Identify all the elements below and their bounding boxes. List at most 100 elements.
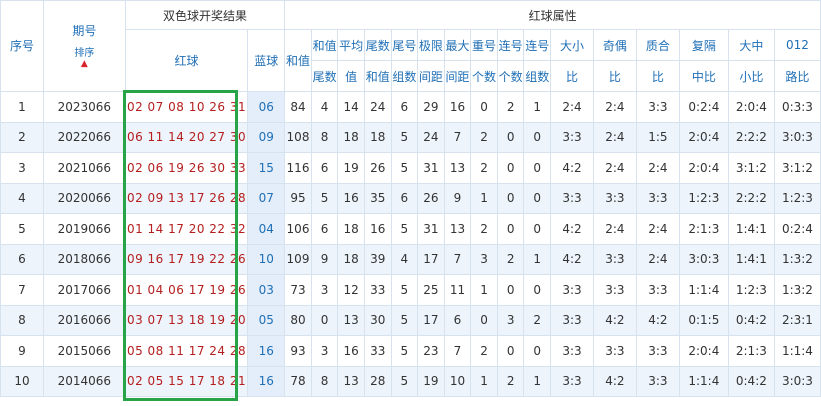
seq-cell: 5: [0, 213, 44, 245]
seq-cell: 2: [0, 121, 44, 153]
red-balls-cell: 06 11 14 20 27 30: [124, 121, 249, 153]
attr-cell-8: 2: [496, 365, 525, 397]
attr-cell-2: 18: [337, 243, 365, 275]
attr-cell-14: 2:2:2: [727, 121, 775, 153]
blue-ball-header: 蓝球: [247, 29, 286, 92]
attr-cell-15: 1:3:2: [773, 243, 821, 275]
attr-cell-6: 7: [443, 335, 472, 367]
attr-cell-4: 5: [390, 335, 419, 367]
attr-cell-10: 4:2: [550, 152, 594, 184]
attr-cell-9: 0: [523, 152, 551, 184]
attr-cell-4: 5: [390, 121, 419, 153]
attr-cell-9: 1: [523, 243, 551, 275]
attr-cell-4: 5: [390, 365, 419, 397]
attr-cell-10: 3:3: [550, 335, 594, 367]
attr-cell-12: 3:3: [635, 182, 680, 214]
attr-cell-9: 2: [523, 304, 551, 336]
attr-cell-4: 5: [390, 304, 419, 336]
attr-cell-10: 3:3: [550, 274, 594, 306]
period-header-label: 期号: [72, 24, 97, 38]
blue-ball-cell: 10: [247, 243, 286, 275]
blue-ball-cell: 09: [247, 121, 286, 153]
attr-cell-15: 3:1:2: [773, 152, 821, 184]
blue-ball-cell: 06: [247, 91, 286, 123]
attr-cell-11: 3:3: [592, 243, 637, 275]
attr-header-15-line2: 路比: [773, 60, 821, 92]
attr-cell-15: 3:0:3: [773, 121, 821, 153]
attr-cell-14: 2:2:2: [727, 182, 775, 214]
attr-header-12-line2: 比: [635, 60, 680, 92]
attr-cell-7: 2: [470, 213, 498, 245]
attr-header-11-line1: 奇偶: [592, 29, 637, 61]
attr-cell-1: 8: [310, 121, 339, 153]
attr-cell-5: 31: [417, 213, 445, 245]
table-row: 3 2021066 02 06 19 26 30 33 15 116 6 19 26 5 31 13…: [0, 152, 821, 184]
attr-cell-7: 0: [470, 304, 498, 336]
attr-header-5-line2: 间距: [417, 60, 445, 92]
attr-cell-11: 2:4: [592, 152, 637, 184]
attr-cell-14: 2:0:4: [727, 91, 775, 123]
attr-cell-3: 30: [363, 304, 392, 336]
attr-cell-12: 2:4: [635, 213, 680, 245]
red-ball-header: 红球: [124, 29, 249, 92]
attr-cell-9: 0: [523, 335, 551, 367]
attr-header-8-line2: 个数: [496, 60, 525, 92]
attr-cell-2: 19: [337, 152, 365, 184]
attr-cell-10: 3:3: [550, 304, 594, 336]
attr-cell-6: 6: [443, 304, 472, 336]
attr-cell-14: 1:4:1: [727, 243, 775, 275]
attr-cell-10: 3:3: [550, 121, 594, 153]
attr-cell-0: 95: [284, 182, 312, 214]
blue-ball-cell: 04: [247, 213, 286, 245]
attr-cell-1: 5: [310, 182, 339, 214]
period-cell: 2018066: [42, 243, 126, 275]
attr-cell-13: 1:1:4: [678, 274, 729, 306]
attr-cell-15: 1:2:3: [773, 182, 821, 214]
blue-ball-cell: 07: [247, 182, 286, 214]
attr-cell-13: 0:1:5: [678, 304, 729, 336]
attr-cell-0: 80: [284, 304, 312, 336]
attr-cell-12: 4:2: [635, 304, 680, 336]
attr-cell-13: 2:0:4: [678, 121, 729, 153]
attr-cell-5: 25: [417, 274, 445, 306]
attr-cell-3: 33: [363, 335, 392, 367]
attr-cell-4: 6: [390, 182, 419, 214]
attr-cell-2: 18: [337, 121, 365, 153]
attr-cell-9: 1: [523, 365, 551, 397]
attr-cell-10: 4:2: [550, 243, 594, 275]
period-cell: 2017066: [42, 274, 126, 306]
table-row: 10 2014066 02 05 15 17 18 21 16 78 8 13 28 5 19 10…: [0, 365, 821, 397]
attr-cell-5: 29: [417, 91, 445, 123]
attr-cell-6: 9: [443, 182, 472, 214]
seq-cell: 3: [0, 152, 44, 184]
seq-cell: 9: [0, 335, 44, 367]
attr-cell-14: 2:1:3: [727, 335, 775, 367]
attr-cell-8: 0: [496, 121, 525, 153]
table-row: 9 2015066 05 08 11 17 24 28 16 93 3 16 33 5 23 7 2 0…: [0, 335, 821, 367]
attr-cell-14: 3:1:2: [727, 152, 775, 184]
attr-header-13-line2: 中比: [678, 60, 729, 92]
red-balls-cell: 02 06 19 26 30 33: [124, 152, 249, 184]
seq-cell: 7: [0, 274, 44, 306]
attr-cell-15: 2:3:1: [773, 304, 821, 336]
attr-cell-14: 1:2:3: [727, 274, 775, 306]
attr-cell-11: 2:4: [592, 213, 637, 245]
attr-cell-9: 0: [523, 121, 551, 153]
red-balls-cell: 03 07 13 18 19 20: [124, 304, 249, 336]
sort-up-arrow-icon[interactable]: ▲: [74, 60, 94, 69]
seq-cell: 4: [0, 182, 44, 214]
attr-cell-1: 6: [310, 152, 339, 184]
attr-cell-11: 4:2: [592, 304, 637, 336]
attr-header-3-line1: 尾数: [363, 29, 392, 61]
attr-cell-9: 0: [523, 182, 551, 214]
attr-cell-8: 0: [496, 274, 525, 306]
attr-cell-1: 0: [310, 304, 339, 336]
attr-cell-5: 19: [417, 365, 445, 397]
attr-cell-11: 4:2: [592, 365, 637, 397]
attr-cell-15: 1:1:4: [773, 335, 821, 367]
attr-cell-12: 3:3: [635, 365, 680, 397]
red-attr-header: 红球属性: [284, 0, 821, 30]
attr-header-14-line1: 大中: [727, 29, 775, 61]
lottery-results-page: 序号 期号 排序 ▲ 双色球开奖结果 红球属性 红球 蓝球 和值和值 平均 尾数…: [0, 0, 821, 406]
table-row: 1 2023066 02 07 08 10 26 31 06 84 4 14 24 6 29 16 0…: [0, 91, 821, 123]
